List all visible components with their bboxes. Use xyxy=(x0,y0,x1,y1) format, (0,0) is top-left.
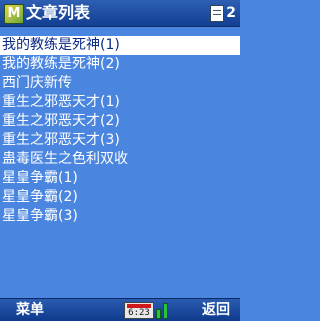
page-count: 2 xyxy=(226,5,236,21)
menu-softkey[interactable]: 菜单 xyxy=(16,301,44,319)
list-item[interactable]: 重生之邪恶天才(3) xyxy=(0,131,240,150)
list-item[interactable]: 星皇争霸(2) xyxy=(0,188,240,207)
list-item[interactable]: 重生之邪恶天才(1) xyxy=(0,93,240,112)
list-item[interactable]: 星皇争霸(3) xyxy=(0,207,240,226)
title-bar: M 文章列表 2 xyxy=(0,0,240,27)
article-list: 我的教练是死神(1) 我的教练是死神(2) 西门庆新传 重生之邪恶天才(1) 重… xyxy=(0,36,240,226)
softkey-bar: 菜单 6:23 返回 xyxy=(0,298,240,321)
list-item[interactable]: 蛊毒医生之色利双收 xyxy=(0,150,240,169)
status-indicator: 6:23 xyxy=(124,302,154,319)
list-item[interactable]: 星皇争霸(1) xyxy=(0,169,240,188)
list-item[interactable]: 我的教练是死神(2) xyxy=(0,55,240,74)
page-indicator: 2 xyxy=(210,3,236,23)
signal-icon xyxy=(156,303,170,319)
signal-bar xyxy=(163,303,168,319)
page-indicator-icon xyxy=(210,4,225,22)
list-item[interactable]: 西门庆新传 xyxy=(0,74,240,93)
page-title: 文章列表 xyxy=(26,3,91,22)
list-item[interactable]: 我的教练是死神(1) xyxy=(0,36,240,55)
app-logo-icon: M xyxy=(4,4,24,24)
signal-bar xyxy=(156,309,161,319)
back-softkey[interactable]: 返回 xyxy=(202,301,230,319)
list-item[interactable]: 重生之邪恶天才(2) xyxy=(0,112,240,131)
clock: 6:23 xyxy=(128,308,150,318)
